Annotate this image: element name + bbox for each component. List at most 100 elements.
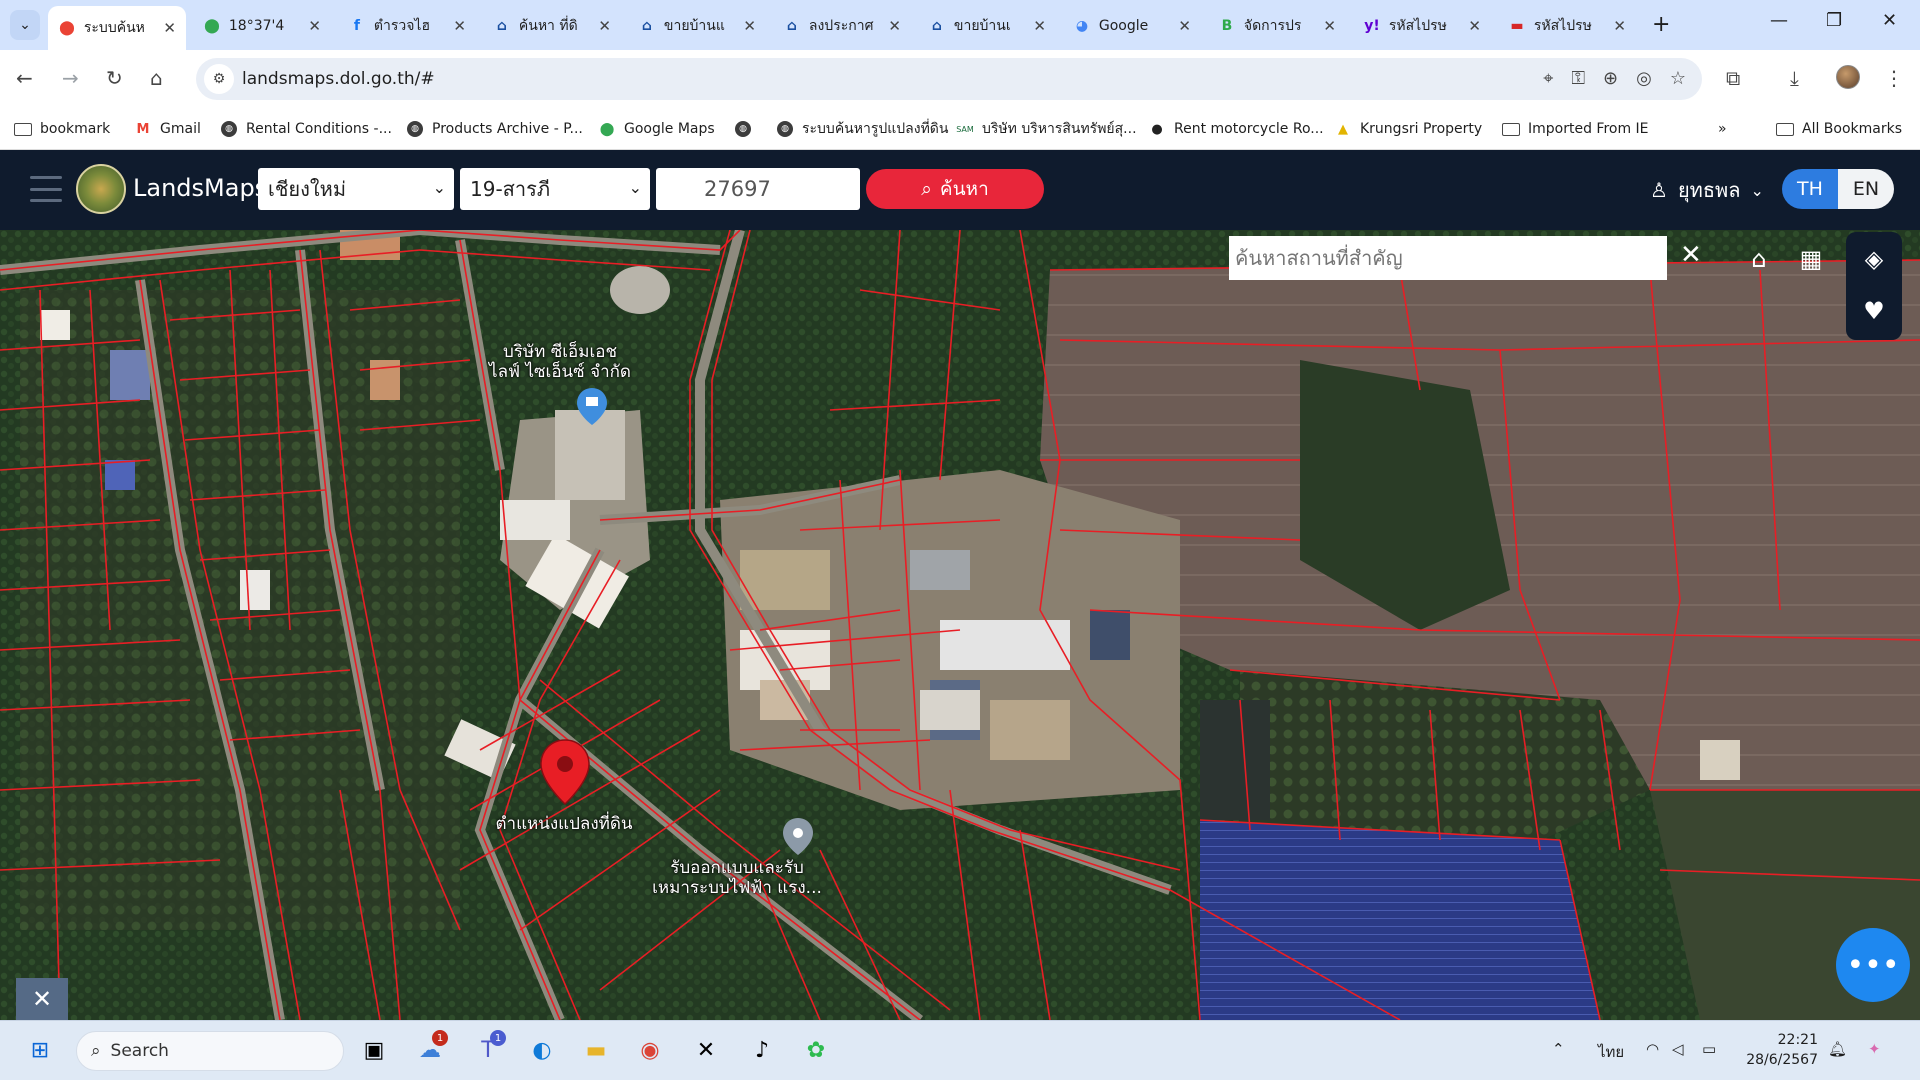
district-select[interactable]: 19-สารภี ⌄ — [460, 168, 650, 210]
bookmark-item[interactable]: ◍ ระบบค้นหารูปแปลงที่ดิน — [776, 116, 948, 142]
close-tab-icon[interactable]: ✕ — [1033, 17, 1046, 35]
edge-icon[interactable]: ◐ — [524, 1032, 560, 1068]
user-menu[interactable]: ♙ ยุทธพล ⌄ — [1650, 174, 1764, 206]
reload-button[interactable]: ↻ — [106, 66, 123, 90]
browser-tab[interactable]: B จัดการปร ✕ — [1208, 6, 1346, 46]
more-menu-icon[interactable]: ⋮ — [1884, 66, 1904, 90]
close-tab-icon[interactable]: ✕ — [308, 17, 321, 35]
bookmark-item[interactable]: SAM บริษัท บริหารสินทรัพย์สุ... — [956, 116, 1136, 142]
bookmark-item[interactable]: ◍ — [734, 116, 760, 142]
solar-company-label[interactable]: รับออกแบบและรับ เหมาระบบไฟฟ้า แรง... — [632, 858, 842, 898]
google-maps-pin-icon: ⬤ — [59, 20, 75, 36]
zoom-icon[interactable]: ⊕ — [1603, 68, 1618, 89]
minimize-button[interactable]: — — [1770, 10, 1788, 31]
province-select[interactable]: เชียงใหม่ ⌄ — [258, 168, 454, 210]
folder-icon — [14, 120, 32, 138]
close-tab-icon[interactable]: ✕ — [743, 17, 756, 35]
file-explorer-icon[interactable]: ▬ — [578, 1032, 614, 1068]
lang-en-button[interactable]: EN — [1838, 169, 1894, 209]
place-search-input[interactable] — [1229, 236, 1667, 280]
satellite-map[interactable]: บริษัท ซีเอ็มเอช ไลฟ์ ไซเอ็นซ์ จำกัด ตำแ… — [0, 230, 1920, 1020]
task-view-icon[interactable]: ▣ — [356, 1032, 392, 1068]
lang-th-button[interactable]: TH — [1782, 169, 1838, 209]
bookmark-item[interactable]: bookmark — [14, 116, 110, 142]
google-earth-icon: ◕ — [1075, 18, 1089, 34]
browser-tab[interactable]: ⬤ ระบบค้นห ✕ — [48, 6, 186, 50]
building — [910, 550, 970, 590]
bookmark-item[interactable]: ⬤ Google Maps — [598, 116, 715, 142]
bookmark-item[interactable]: M Gmail — [134, 116, 201, 142]
bookmark-item[interactable]: ● Rent motorcycle Ro... — [1148, 116, 1323, 142]
wechat-icon[interactable]: ✿ — [798, 1032, 834, 1068]
download-icon[interactable]: ⤓ — [1790, 66, 1799, 90]
close-tab-icon[interactable]: ✕ — [163, 19, 176, 37]
x-app-icon[interactable]: ✕ — [688, 1032, 724, 1068]
browser-tab[interactable]: ◕ Google ✕ — [1063, 6, 1201, 46]
close-tab-icon[interactable]: ✕ — [1178, 17, 1191, 35]
close-window-button[interactable]: ✕ — [1882, 10, 1897, 31]
browser-tab[interactable]: ⬤ 18°37'4 ✕ — [193, 6, 331, 46]
company-label[interactable]: บริษัท ซีเอ็มเอช ไลฟ์ ไซเอ็นซ์ จำกัด — [460, 342, 660, 382]
chrome-icon[interactable]: ◉ — [632, 1032, 668, 1068]
input-language[interactable]: ไทย — [1598, 1040, 1624, 1064]
bookmark-item[interactable]: ◍ Products Archive - P... — [406, 116, 583, 142]
bookmark-item[interactable]: ◍ Rental Conditions -... — [220, 116, 392, 142]
new-tab-button[interactable]: + — [1652, 12, 1670, 37]
battery-icon[interactable]: ▭ — [1702, 1040, 1716, 1058]
tiktok-icon[interactable]: ♪ — [744, 1032, 780, 1068]
chat-more-button[interactable]: ••• — [1836, 928, 1910, 1002]
tab-title: Google — [1098, 18, 1149, 34]
back-button[interactable]: ← — [16, 66, 33, 90]
close-tab-icon[interactable]: ✕ — [888, 17, 901, 35]
browser-tab[interactable]: y! รหัสไปรษ ✕ — [1353, 6, 1491, 46]
location-icon[interactable]: ⌖ — [1543, 68, 1553, 89]
eye-off-icon[interactable]: ◎ — [1636, 68, 1652, 89]
wifi-icon[interactable]: ◠ — [1646, 1040, 1659, 1058]
browser-tab[interactable]: ⌂ ขายบ้านแ ✕ — [628, 6, 766, 46]
taskbar-search[interactable]: ⌕ Search — [76, 1031, 344, 1071]
folder-icon — [1776, 120, 1794, 138]
bookmarks-overflow-button[interactable]: » — [1718, 116, 1727, 142]
home-button[interactable]: ⌂ — [150, 66, 163, 90]
close-tab-icon[interactable]: ✕ — [453, 17, 466, 35]
map-canvas[interactable] — [0, 230, 1920, 1020]
browser-tab[interactable]: f ตำรวจไฮ ✕ — [338, 6, 476, 46]
address-bar[interactable]: ⚙ landsmaps.dol.go.th/# ⌖ ⚿ ⊕ ◎ ☆ — [196, 58, 1702, 100]
close-icon[interactable]: ✕ — [1680, 240, 1702, 270]
system-clock[interactable]: 22:21 28/6/2567 — [1734, 1030, 1818, 1070]
motorcycle-icon: ● — [1151, 121, 1163, 137]
hamburger-menu-icon[interactable] — [30, 176, 62, 202]
parcel-number-input[interactable] — [656, 168, 860, 210]
heart-icon[interactable]: ♥ — [1853, 290, 1895, 332]
close-tab-icon[interactable]: ✕ — [598, 17, 611, 35]
browser-tab[interactable]: ⌂ ขายบ้านเ ✕ — [918, 6, 1056, 46]
windows-start-icon[interactable]: ⊞ — [22, 1032, 58, 1068]
star-icon[interactable]: ☆ — [1670, 68, 1686, 89]
restore-button[interactable]: ❐ — [1826, 10, 1842, 31]
copilot-icon[interactable]: ✦ — [1868, 1040, 1881, 1058]
bookmark-item[interactable]: Imported From IE — [1502, 116, 1649, 142]
notification-bell-icon[interactable]: 🔔︎ — [1828, 1040, 1847, 1058]
bookmark-item[interactable]: ▲ Krungsri Property — [1334, 116, 1482, 142]
tab-search-menu-button[interactable]: ⌄ — [10, 10, 40, 40]
chevron-up-icon[interactable]: ⌃ — [1552, 1040, 1565, 1058]
extensions-icon[interactable]: ⧉ — [1726, 66, 1740, 90]
close-tab-icon[interactable]: ✕ — [1323, 17, 1336, 35]
profile-avatar[interactable] — [1836, 65, 1860, 89]
layers-icon[interactable]: ◈ — [1853, 238, 1895, 280]
all-bookmarks-button[interactable]: All Bookmarks — [1776, 116, 1902, 142]
browser-tab[interactable]: ▬ รหัสไปรษ ✕ — [1498, 6, 1636, 46]
search-button[interactable]: ⌕ ค้นหา — [866, 169, 1044, 209]
home-map-icon[interactable]: ⌂ — [1738, 238, 1780, 280]
browser-tab[interactable]: ⌂ ค้นหา ที่ดิ ✕ — [483, 6, 621, 46]
url-text[interactable]: landsmaps.dol.go.th/# — [242, 69, 435, 89]
key-icon[interactable]: ⚿ — [1571, 68, 1585, 89]
measure-tool-icon[interactable]: ✕ — [16, 978, 68, 1020]
grid-icon[interactable]: ▦ — [1790, 238, 1832, 280]
browser-tab[interactable]: ⌂ ลงประกาศ ✕ — [773, 6, 911, 46]
close-tab-icon[interactable]: ✕ — [1468, 17, 1481, 35]
site-info-icon[interactable]: ⚙ — [204, 64, 234, 94]
close-tab-icon[interactable]: ✕ — [1613, 17, 1626, 35]
volume-icon[interactable]: ◁ — [1672, 1040, 1684, 1058]
forward-button[interactable]: → — [62, 66, 79, 90]
